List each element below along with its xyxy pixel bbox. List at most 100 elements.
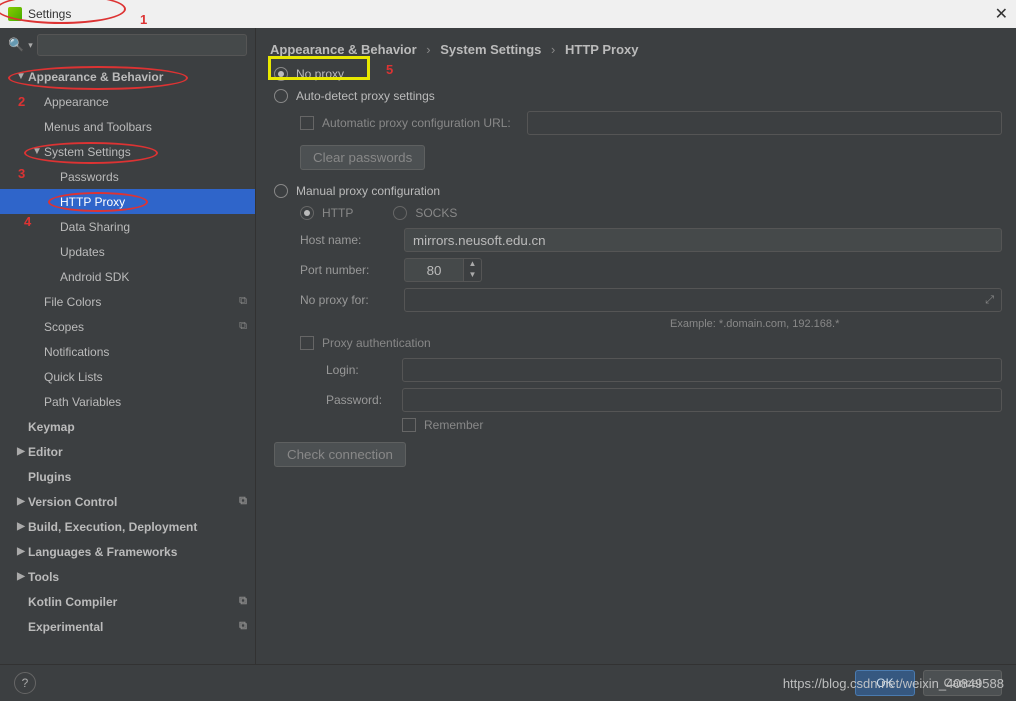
input-port[interactable] — [404, 258, 464, 282]
stepper-up-icon[interactable]: ▲ — [464, 259, 481, 270]
radio-socks[interactable] — [393, 206, 407, 220]
sidebar-item-kotlin-compiler[interactable]: Kotlin Compiler⧉ — [0, 589, 255, 614]
sidebar-item-appearance[interactable]: Appearance — [0, 89, 255, 114]
sidebar-item-updates[interactable]: Updates — [0, 239, 255, 264]
caret-icon: ▶ — [14, 521, 28, 532]
sidebar-item-notifications[interactable]: Notifications — [0, 339, 255, 364]
port-stepper[interactable]: ▲▼ — [404, 258, 482, 282]
sidebar-item-label: Kotlin Compiler — [28, 595, 235, 609]
sidebar-item-plugins[interactable]: Plugins — [0, 464, 255, 489]
sidebar-item-label: Tools — [28, 570, 247, 584]
sidebar-item-label: Passwords — [60, 170, 247, 184]
stepper-down-icon[interactable]: ▼ — [464, 270, 481, 281]
close-icon[interactable]: ✕ — [995, 4, 1008, 24]
caret-icon: ▶ — [14, 496, 28, 507]
sidebar-item-label: HTTP Proxy — [60, 195, 247, 209]
content-panel: Appearance & Behavior › System Settings … — [256, 28, 1016, 664]
sidebar-item-appearance-behavior[interactable]: ▼Appearance & Behavior — [0, 64, 255, 89]
check-auto-url[interactable] — [300, 116, 314, 130]
check-proxy-auth[interactable] — [300, 336, 314, 350]
caret-icon: ▼ — [30, 146, 44, 157]
sidebar-item-label: Scopes — [44, 320, 235, 334]
title-bar: Settings ✕ — [0, 0, 1016, 28]
clear-passwords-button[interactable]: Clear passwords — [300, 145, 425, 170]
project-badge-icon: ⧉ — [239, 320, 247, 333]
caret-icon: ▼ — [14, 71, 28, 82]
sidebar-item-tools[interactable]: ▶Tools — [0, 564, 255, 589]
cancel-button[interactable]: Cancel — [923, 670, 1002, 696]
sidebar-item-label: Notifications — [44, 345, 247, 359]
input-password[interactable] — [402, 388, 1002, 412]
label-port: Port number: — [300, 263, 404, 277]
label-proxy-auth: Proxy authentication — [322, 336, 431, 350]
search-icon[interactable]: 🔍 — [8, 37, 24, 53]
label-socks: SOCKS — [415, 206, 457, 220]
sidebar-item-label: Editor — [28, 445, 247, 459]
sidebar-item-label: Menus and Toolbars — [44, 120, 247, 134]
sidebar-item-version-control[interactable]: ▶Version Control ⧉ — [0, 489, 255, 514]
sidebar-item-languages-frameworks[interactable]: ▶Languages & Frameworks — [0, 539, 255, 564]
sidebar-item-label: Plugins — [28, 470, 247, 484]
sidebar-item-label: Android SDK — [60, 270, 247, 284]
caret-icon: ▶ — [14, 571, 28, 582]
caret-icon: ▶ — [14, 446, 28, 457]
input-login[interactable] — [402, 358, 1002, 382]
input-auto-url[interactable] — [527, 111, 1002, 135]
sidebar-item-file-colors[interactable]: File Colors ⧉ — [0, 289, 255, 314]
label-auto-url: Automatic proxy configuration URL: — [322, 116, 511, 130]
label-http: HTTP — [322, 206, 353, 220]
breadcrumb-c: HTTP Proxy — [565, 42, 638, 57]
radio-no-proxy[interactable] — [274, 67, 288, 81]
sidebar-item-label: Updates — [60, 245, 247, 259]
sidebar-item-android-sdk[interactable]: Android SDK — [0, 264, 255, 289]
sidebar-item-label: File Colors — [44, 295, 235, 309]
app-icon — [8, 7, 22, 21]
input-hostname[interactable] — [404, 228, 1002, 252]
sidebar-item-label: Version Control — [28, 495, 235, 509]
label-manual: Manual proxy configuration — [296, 184, 440, 198]
radio-http[interactable] — [300, 206, 314, 220]
sidebar-item-build-execution-deployment[interactable]: ▶Build, Execution, Deployment — [0, 514, 255, 539]
breadcrumb-b[interactable]: System Settings — [440, 42, 541, 57]
sidebar-item-label: Experimental — [28, 620, 235, 634]
sidebar-item-keymap[interactable]: Keymap — [0, 414, 255, 439]
check-remember[interactable] — [402, 418, 416, 432]
breadcrumb-a[interactable]: Appearance & Behavior — [270, 42, 417, 57]
label-auto-detect: Auto-detect proxy settings — [296, 89, 435, 103]
sidebar-item-scopes[interactable]: Scopes ⧉ — [0, 314, 255, 339]
sidebar-item-label: Data Sharing — [60, 220, 247, 234]
settings-tree: ▼Appearance & BehaviorAppearanceMenus an… — [0, 62, 255, 664]
label-password: Password: — [326, 393, 402, 407]
caret-icon: ▶ — [14, 546, 28, 557]
project-badge-icon: ⧉ — [239, 295, 247, 308]
sidebar-item-menus-and-toolbars[interactable]: Menus and Toolbars — [0, 114, 255, 139]
sidebar-item-system-settings[interactable]: ▼System Settings — [0, 139, 255, 164]
ok-button[interactable]: OK — [855, 670, 914, 696]
label-login: Login: — [326, 363, 402, 377]
breadcrumb: Appearance & Behavior › System Settings … — [270, 42, 1002, 57]
search-input[interactable] — [37, 34, 247, 56]
help-button[interactable]: ? — [14, 672, 36, 694]
dropdown-icon[interactable]: ▾ — [28, 40, 33, 51]
check-connection-button[interactable]: Check connection — [274, 442, 406, 467]
sidebar-item-label: Languages & Frameworks — [28, 545, 247, 559]
sidebar-item-experimental[interactable]: Experimental⧉ — [0, 614, 255, 639]
sidebar-item-data-sharing[interactable]: Data Sharing — [0, 214, 255, 239]
input-no-proxy-for[interactable] — [404, 288, 1002, 312]
breadcrumb-sep-icon: › — [426, 42, 430, 57]
sidebar-item-label: Appearance & Behavior — [28, 70, 247, 84]
project-badge-icon: ⧉ — [239, 495, 247, 508]
sidebar-item-quick-lists[interactable]: Quick Lists — [0, 364, 255, 389]
sidebar-item-label: Path Variables — [44, 395, 247, 409]
sidebar-item-label: Keymap — [28, 420, 247, 434]
radio-auto-detect[interactable] — [274, 89, 288, 103]
sidebar-item-label: System Settings — [44, 145, 247, 159]
sidebar-item-passwords[interactable]: Passwords — [0, 164, 255, 189]
label-no-proxy: No proxy — [296, 67, 344, 81]
sidebar-item-path-variables[interactable]: Path Variables — [0, 389, 255, 414]
sidebar-item-http-proxy[interactable]: HTTP Proxy — [0, 189, 255, 214]
expand-icon[interactable]: ⤢ — [985, 294, 994, 307]
sidebar-item-editor[interactable]: ▶Editor — [0, 439, 255, 464]
label-no-proxy-for: No proxy for: — [300, 293, 404, 307]
radio-manual[interactable] — [274, 184, 288, 198]
